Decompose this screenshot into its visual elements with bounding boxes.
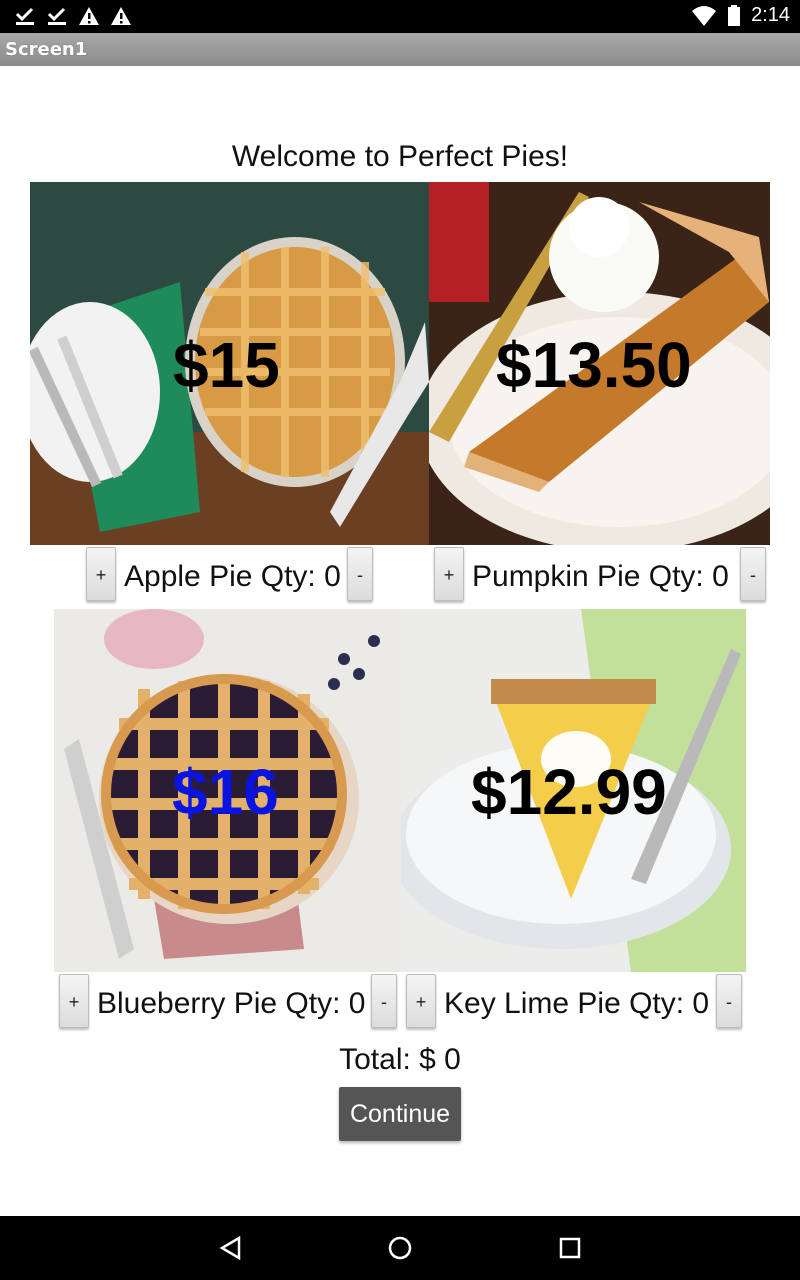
key-lime-plus-button[interactable]: + <box>406 974 436 1028</box>
status-bar: 2:14 <box>0 0 800 33</box>
apple-qty-label: Apple Pie Qty: 0 <box>124 560 341 593</box>
status-time: 2:14 <box>751 4 790 26</box>
blueberry-minus-button[interactable]: - <box>371 974 397 1028</box>
apple-minus-button[interactable]: - <box>347 547 373 601</box>
apple-price: $15 <box>173 329 280 401</box>
notification-icons <box>14 6 132 26</box>
system-icons: 2:14 <box>691 4 790 27</box>
wifi-icon <box>692 5 717 26</box>
home-icon[interactable] <box>388 1236 412 1260</box>
warning-icon <box>79 7 99 25</box>
title-bar: Screen1 <box>0 33 800 66</box>
download-done-icon <box>15 7 34 25</box>
key-lime-minus-button[interactable]: - <box>716 974 742 1028</box>
pumpkin-minus-button[interactable]: - <box>740 547 766 601</box>
download-done-icon <box>47 7 66 25</box>
screen-title: Screen1 <box>5 39 88 60</box>
back-icon[interactable] <box>219 1236 243 1260</box>
pumpkin-pie-image: $13.50 <box>429 182 770 545</box>
blueberry-qty-label: Blueberry Pie Qty: 0 <box>97 987 366 1020</box>
apple-plus-button[interactable]: + <box>86 547 116 601</box>
battery-icon <box>728 4 741 26</box>
welcome-label: Welcome to Perfect Pies! <box>231 140 569 173</box>
blueberry-plus-button[interactable]: + <box>59 974 89 1028</box>
key-lime-price: $12.99 <box>471 756 667 828</box>
pumpkin-qty-label: Pumpkin Pie Qty: 0 <box>472 560 729 593</box>
blueberry-price: $16 <box>172 756 279 828</box>
apple-pie-image: $15 <box>30 182 429 545</box>
warning-icon <box>111 7 131 25</box>
recents-icon[interactable] <box>558 1236 582 1260</box>
continue-button[interactable]: Continue <box>339 1087 461 1141</box>
pumpkin-plus-button[interactable]: + <box>434 547 464 601</box>
key-lime-qty-label: Key Lime Pie Qty: 0 <box>444 987 710 1020</box>
pumpkin-price: $13.50 <box>496 329 692 401</box>
key-lime-pie-image: $12.99 <box>401 609 746 972</box>
nav-bar <box>0 1216 800 1280</box>
blueberry-pie-image: $16 <box>54 609 401 972</box>
total-label: Total: $ 0 <box>339 1043 461 1076</box>
